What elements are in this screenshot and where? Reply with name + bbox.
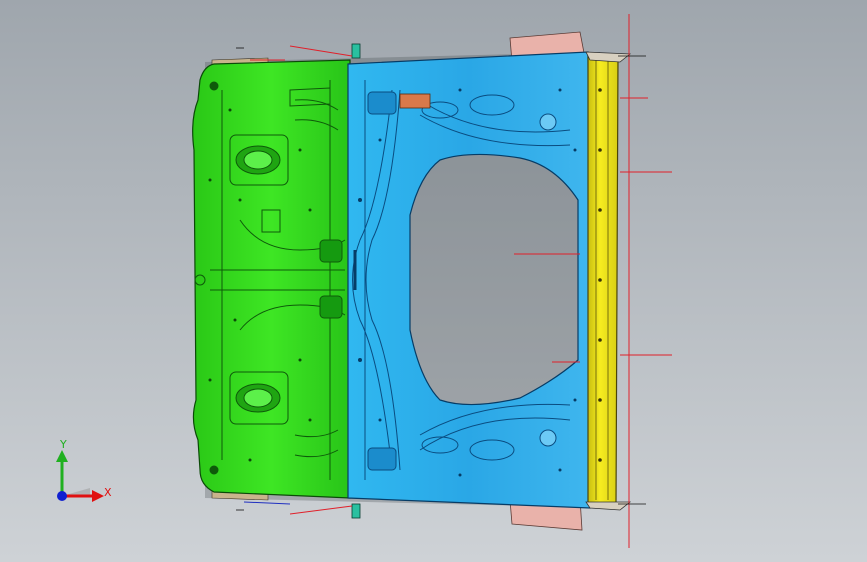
orange-bracket[interactable] (399, 93, 431, 109)
graphics-viewport[interactable]: Y X (0, 0, 867, 562)
rear-rail[interactable] (587, 53, 619, 507)
connector-bottom[interactable] (351, 503, 361, 519)
connector-top[interactable] (351, 43, 361, 59)
triad-y-label: Y (60, 438, 67, 451)
coordinate-triad[interactable]: Y X (44, 436, 124, 516)
model-canvas[interactable] (0, 0, 867, 562)
rear-floor-panel[interactable] (192, 59, 351, 499)
triad-graphic (56, 450, 104, 502)
triad-x-label: X (104, 486, 112, 499)
